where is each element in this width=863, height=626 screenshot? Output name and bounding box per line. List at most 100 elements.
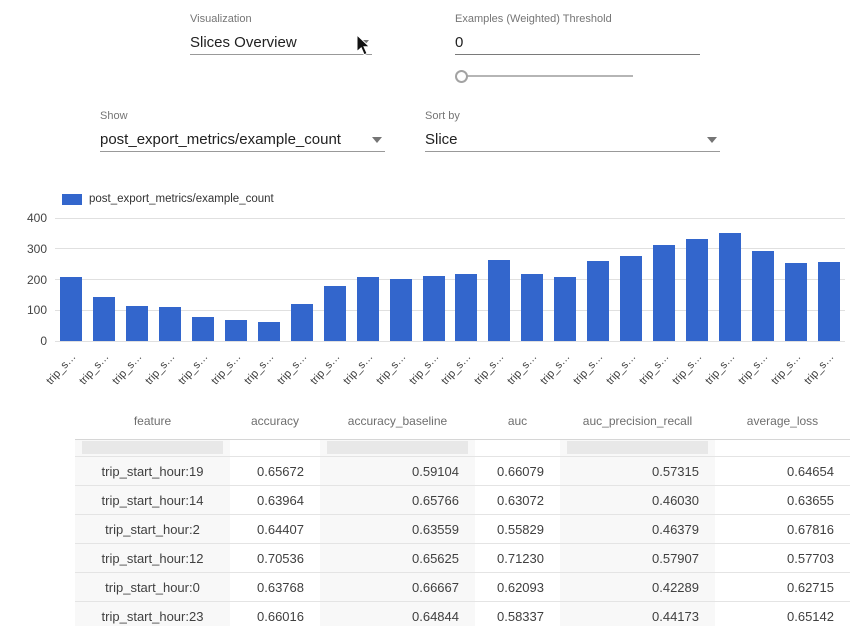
metric-cell: 0.62093: [475, 573, 560, 601]
threshold-label: Examples (Weighted) Threshold: [455, 13, 612, 25]
bar[interactable]: [752, 251, 774, 341]
metric-cell: 0.55829: [475, 515, 560, 543]
show-metric-dropdown[interactable]: post_export_metrics/example_count: [100, 128, 385, 152]
feature-cell: trip_start_hour:14: [75, 486, 230, 514]
show-metric-dropdown-value: post_export_metrics/example_count: [100, 131, 341, 148]
bar[interactable]: [653, 245, 675, 341]
table-row[interactable]: trip_start_hour:190.656720.591040.660790…: [75, 457, 850, 486]
bar[interactable]: [455, 274, 477, 341]
table-row[interactable]: trip_start_hour:120.705360.656250.712300…: [75, 544, 850, 573]
metrics-table: featureaccuracyaccuracy_baselineaucauc_p…: [75, 403, 850, 626]
bar[interactable]: [225, 320, 247, 341]
bar[interactable]: [126, 306, 148, 341]
slicing-metrics-browser: Visualization Slices Overview Examples (…: [0, 0, 863, 626]
metric-cell: 0.71230: [475, 544, 560, 572]
metric-cell: 0.62715: [715, 573, 850, 601]
bar[interactable]: [554, 277, 576, 341]
column-header-accuracy_baseline[interactable]: accuracy_baseline: [320, 414, 475, 428]
feature-cell: trip_start_hour:2: [75, 515, 230, 543]
column-filter-input[interactable]: [82, 441, 223, 454]
feature-cell: trip_start_hour:12: [75, 544, 230, 572]
visualization-dropdown[interactable]: Slices Overview: [190, 31, 372, 55]
visualization-label: Visualization: [190, 13, 252, 25]
bar[interactable]: [159, 307, 181, 341]
sort-by-dropdown-value: Slice: [425, 131, 458, 148]
column-header-auc_precision_recall[interactable]: auc_precision_recall: [560, 414, 715, 428]
threshold-slider[interactable]: [455, 69, 633, 83]
column-header-average_loss[interactable]: average_loss: [715, 414, 850, 428]
table-header-row: featureaccuracyaccuracy_baselineaucauc_p…: [75, 403, 850, 440]
visualization-dropdown-value: Slices Overview: [190, 34, 297, 51]
filter-cell: [230, 440, 320, 456]
threshold-input[interactable]: [455, 31, 700, 55]
y-axis-tick-label: 300: [15, 242, 47, 256]
bar[interactable]: [258, 322, 280, 341]
y-axis-tick-label: 400: [15, 211, 47, 225]
chart-legend: post_export_metrics/example_count: [62, 193, 274, 205]
column-header-accuracy[interactable]: accuracy: [230, 414, 320, 428]
filter-cell: [75, 440, 230, 456]
legend-color-swatch: [62, 194, 82, 205]
gridline: [55, 218, 845, 219]
metric-cell: 0.63768: [230, 573, 320, 601]
bar[interactable]: [291, 304, 313, 341]
metric-cell: 0.42289: [560, 573, 715, 601]
metric-cell: 0.66667: [320, 573, 475, 601]
filter-cell: [560, 440, 715, 456]
column-filter-input[interactable]: [567, 441, 708, 454]
bar[interactable]: [60, 277, 82, 341]
table-row[interactable]: trip_start_hour:20.644070.635590.55829 0.…: [75, 515, 850, 544]
metric-cell: 0.44173: [560, 602, 715, 626]
metric-cell: 0.63559: [320, 515, 475, 543]
metric-cell: 0.63072: [475, 486, 560, 514]
metric-cell: 0.66079: [475, 457, 560, 485]
bar[interactable]: [488, 260, 510, 341]
feature-cell: trip_start_hour:23: [75, 602, 230, 626]
bar[interactable]: [620, 256, 642, 341]
metric-cell: 0.64407: [230, 515, 320, 543]
bar[interactable]: [719, 233, 741, 341]
chevron-down-icon: [359, 40, 369, 46]
bar[interactable]: [818, 262, 840, 341]
legend-label: post_export_metrics/example_count: [89, 193, 274, 205]
table-row[interactable]: trip_start_hour:00.637680.666670.620930.…: [75, 573, 850, 602]
metric-cell: 0.46030: [560, 486, 715, 514]
metric-cell: 0.64844: [320, 602, 475, 626]
bar[interactable]: [324, 286, 346, 341]
y-axis-tick-label: 100: [15, 303, 47, 317]
table-row[interactable]: trip_start_hour:140.639640.657660.630720…: [75, 486, 850, 515]
metric-cell: 0.57315: [560, 457, 715, 485]
chevron-down-icon: [372, 137, 382, 143]
metric-cell: 0.65766: [320, 486, 475, 514]
metric-cell: 0.67816: [715, 515, 850, 543]
bar[interactable]: [521, 274, 543, 341]
metric-cell: 0.58337: [475, 602, 560, 626]
column-filter-input[interactable]: [327, 441, 468, 454]
metric-cell: 0.63964: [230, 486, 320, 514]
metric-cell: 0.57907: [560, 544, 715, 572]
sort-by-label: Sort by: [425, 110, 460, 122]
show-label: Show: [100, 110, 128, 122]
metric-cell: 0.66016: [230, 602, 320, 626]
column-header-feature[interactable]: feature: [75, 414, 230, 428]
bar[interactable]: [93, 297, 115, 341]
bar[interactable]: [192, 317, 214, 341]
metric-cell: 0.63655: [715, 486, 850, 514]
table-filter-row: [75, 440, 850, 457]
chevron-down-icon: [707, 137, 717, 143]
bar[interactable]: [587, 261, 609, 341]
metric-cell: 0.65672: [230, 457, 320, 485]
filter-cell: [320, 440, 475, 456]
chart-plot-area: [55, 218, 845, 341]
filter-cell: [715, 440, 850, 456]
bar[interactable]: [686, 239, 708, 341]
slider-track[interactable]: [461, 75, 633, 77]
bar[interactable]: [390, 279, 412, 341]
slider-knob[interactable]: [455, 70, 468, 83]
table-row[interactable]: trip_start_hour:230.660160.648440.583370…: [75, 602, 850, 626]
bar[interactable]: [357, 277, 379, 341]
sort-by-dropdown[interactable]: Slice: [425, 128, 720, 152]
bar[interactable]: [423, 276, 445, 341]
bar[interactable]: [785, 263, 807, 341]
column-header-auc[interactable]: auc: [475, 414, 560, 428]
